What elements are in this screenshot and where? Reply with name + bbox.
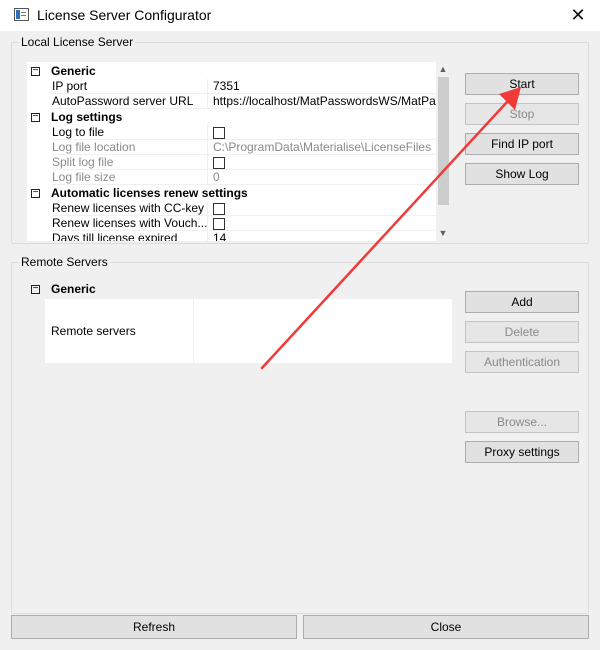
collapse-icon[interactable]: −: [31, 112, 40, 122]
scroll-up-arrow-icon[interactable]: ▲: [436, 62, 450, 76]
checkbox[interactable]: [213, 203, 225, 215]
property-row[interactable]: Days till license expired 14: [27, 231, 436, 241]
property-value[interactable]: 14: [208, 231, 436, 241]
browse-button[interactable]: Browse...: [465, 411, 579, 433]
property-name: Renew licenses with Vouch...: [52, 216, 207, 230]
property-name: AutoPassword server URL: [52, 94, 194, 108]
start-button[interactable]: Start: [465, 73, 579, 95]
checkbox[interactable]: [213, 127, 225, 139]
close-button[interactable]: Close: [303, 615, 589, 639]
proxy-settings-button[interactable]: Proxy settings: [465, 441, 579, 463]
stop-button[interactable]: Stop: [465, 103, 579, 125]
checkbox[interactable]: [213, 218, 225, 230]
property-row[interactable]: Renew licenses with CC-key: [27, 201, 436, 216]
add-button[interactable]: Add: [465, 291, 579, 313]
category-name: Generic: [51, 64, 96, 78]
category-1[interactable]: − Log settings: [27, 109, 436, 126]
category-name: Log settings: [51, 110, 123, 124]
local-license-server-label: Local License Server: [19, 35, 136, 49]
property-checkbox[interactable]: [208, 216, 436, 231]
property-row[interactable]: Log file size 0: [27, 170, 436, 185]
close-window-icon[interactable]: ✕: [560, 0, 596, 30]
app-window-icon: [14, 8, 29, 21]
property-row[interactable]: Log file location C:\ProgramData\Material…: [27, 140, 436, 155]
property-name: Days till license expired: [52, 231, 178, 241]
category-2[interactable]: − Automatic licenses renew settings: [27, 185, 436, 202]
remote-category-generic[interactable]: − Generic: [27, 281, 452, 298]
category-name: Automatic licenses renew settings: [51, 186, 248, 200]
collapse-icon[interactable]: −: [31, 188, 40, 198]
scroll-down-arrow-icon[interactable]: ▼: [436, 226, 450, 240]
property-row[interactable]: Renew licenses with Vouch...: [27, 216, 436, 231]
delete-button[interactable]: Delete: [465, 321, 579, 343]
category-0[interactable]: − Generic: [27, 63, 436, 80]
local-grid-scrollbar[interactable]: ▲ ▼: [436, 62, 450, 241]
property-value[interactable]: 7351: [208, 79, 436, 94]
property-name: Log file size: [52, 170, 116, 184]
property-row[interactable]: Split log file: [27, 155, 436, 170]
property-checkbox[interactable]: [208, 125, 436, 140]
property-value[interactable]: https://localhost/MatPasswordsWS/MatPass…: [208, 94, 436, 109]
property-row[interactable]: AutoPassword server URL https://localhost…: [27, 94, 436, 109]
authentication-button[interactable]: Authentication: [465, 351, 579, 373]
property-name: Log file location: [52, 140, 136, 154]
show-log-button[interactable]: Show Log: [465, 163, 579, 185]
remote-servers-row-label: Remote servers: [51, 324, 136, 338]
property-checkbox[interactable]: [208, 155, 436, 170]
remote-servers-grid[interactable]: Remote servers: [45, 299, 452, 363]
property-name: Split log file: [52, 155, 114, 169]
property-name: Log to file: [52, 125, 105, 139]
property-row[interactable]: IP port 7351: [27, 79, 436, 94]
property-checkbox[interactable]: [208, 201, 436, 216]
title-bar: License Server Configurator ✕: [0, 0, 600, 31]
refresh-button[interactable]: Refresh: [11, 615, 297, 639]
local-server-property-grid[interactable]: − Generic IP port 7351 AutoPassword server U…: [27, 62, 436, 241]
property-name: IP port: [52, 79, 88, 93]
remote-servers-divider: [193, 299, 194, 363]
property-value[interactable]: 0: [208, 170, 436, 185]
collapse-icon[interactable]: −: [31, 284, 40, 294]
property-row[interactable]: Log to file: [27, 125, 436, 140]
checkbox[interactable]: [213, 157, 225, 169]
scroll-thumb[interactable]: [438, 77, 449, 205]
collapse-icon[interactable]: −: [31, 66, 40, 76]
remote-servers-label: Remote Servers: [19, 255, 110, 269]
find-ip-port-button[interactable]: Find IP port: [465, 133, 579, 155]
category-name: Generic: [51, 282, 96, 296]
property-value[interactable]: C:\ProgramData\Materialise\LicenseFiles: [208, 140, 436, 155]
window-title: License Server Configurator: [37, 7, 212, 23]
property-name: Renew licenses with CC-key: [52, 201, 205, 215]
